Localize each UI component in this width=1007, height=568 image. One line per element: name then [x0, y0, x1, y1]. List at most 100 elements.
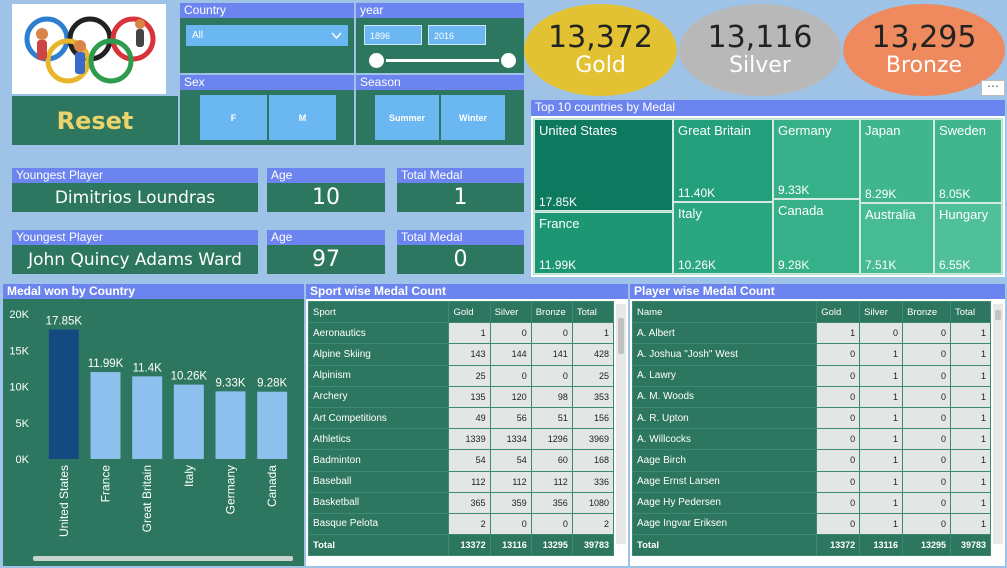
column-header[interactable]: Silver — [489, 300, 532, 324]
year-slider-start-handle[interactable] — [367, 51, 386, 70]
treemap-tile-great-britain[interactable]: Great Britain 11.40K — [673, 119, 773, 202]
row-value: 0 — [816, 512, 861, 536]
table-row[interactable]: Aage Hy Pedersen 0 1 0 1 — [631, 491, 991, 514]
table-row[interactable]: Aage Birch 0 1 0 1 — [631, 449, 991, 472]
silver-count: 13,116 — [707, 20, 813, 55]
sex-option-m[interactable]: M — [269, 95, 336, 140]
y-tick-label: 0K — [16, 454, 30, 466]
row-label: Art Competitions — [307, 406, 450, 430]
column-header[interactable]: Sport — [307, 300, 450, 324]
row-value: 0 — [902, 491, 951, 514]
bar-great-britain[interactable] — [132, 376, 163, 459]
column-header[interactable]: Name — [631, 300, 818, 324]
table-row[interactable]: A. Joshua "Josh" West 0 1 0 1 — [631, 343, 991, 366]
table-row[interactable]: Badminton 54 54 60 168 — [307, 449, 615, 472]
country-filter-title: Country — [180, 3, 354, 18]
row-value: 365 — [448, 491, 491, 514]
player-1-age-card: Age 10 — [267, 168, 385, 212]
treemap-label: Sweden — [939, 123, 986, 138]
treemap-tile-canada[interactable]: Canada 9.28K — [773, 199, 860, 274]
bar-germany[interactable] — [215, 391, 246, 459]
player-2-medal-card: Total Medal 0 — [397, 230, 524, 274]
player-table-panel: Player wise Medal Count Name Gold Silver Br… — [630, 284, 1005, 566]
treemap-tile-italy[interactable]: Italy 10.26K — [673, 202, 773, 274]
more-options-icon[interactable]: ⋯ — [981, 80, 1005, 96]
column-header[interactable]: Gold — [816, 300, 861, 324]
treemap-label: Great Britain — [678, 123, 751, 138]
table-row[interactable]: Aage Ernst Larsen 0 1 0 1 — [631, 470, 991, 493]
row-value: 0 — [902, 322, 951, 345]
gold-medal-card: 13,372 Gold — [524, 4, 677, 96]
column-header[interactable]: Silver — [859, 300, 904, 324]
row-value: 143 — [448, 343, 491, 366]
treemap-tile-hungary[interactable]: Hungary 6.55K — [934, 203, 1002, 274]
table-row[interactable]: A. R. Upton 0 1 0 1 — [631, 406, 991, 430]
sex-option-f[interactable]: F — [200, 95, 267, 140]
player-2-medals: 0 — [453, 247, 468, 272]
player-2-name: John Quincy Adams Ward — [28, 249, 242, 270]
table-row[interactable]: Aeronautics 1 0 0 1 — [307, 322, 615, 345]
year-slider-end-handle[interactable] — [499, 51, 518, 70]
sport-table-scrollbar[interactable] — [616, 304, 626, 544]
year-from-input[interactable]: 1896 — [364, 25, 422, 45]
table-row[interactable]: Alpinism 25 0 0 25 — [307, 364, 615, 387]
season-option-winter[interactable]: Winter — [441, 95, 505, 140]
row-value: 0 — [859, 322, 904, 345]
table-row[interactable]: A. M. Woods 0 1 0 1 — [631, 385, 991, 408]
row-value: 1 — [859, 491, 904, 514]
row-value: 1 — [950, 449, 991, 472]
treemap-tile-germany[interactable]: Germany 9.33K — [773, 119, 860, 199]
bar-france[interactable] — [90, 372, 121, 459]
year-to-input[interactable]: 2016 — [428, 25, 486, 45]
row-value: 0 — [902, 428, 951, 451]
player-2-name-card: Youngest Player John Quincy Adams Ward — [12, 230, 258, 274]
country-dropdown[interactable]: All — [186, 25, 348, 46]
column-header[interactable]: Bronze — [530, 300, 573, 324]
table-row[interactable]: Baseball 112 112 112 336 — [307, 470, 615, 493]
treemap-tile-japan[interactable]: Japan 8.29K — [860, 119, 934, 203]
total-row: Total 13372 13116 13295 39783 — [631, 534, 991, 557]
treemap-label: Germany — [778, 123, 832, 138]
treemap-value: 11.40K — [678, 186, 716, 200]
row-value: 0 — [816, 385, 861, 408]
column-header[interactable]: Total — [950, 300, 991, 324]
table-row[interactable]: Aage Ingvar Eriksen 0 1 0 1 — [631, 512, 991, 536]
player-table-scrollbar[interactable] — [993, 304, 1003, 544]
season-option-summer[interactable]: Summer — [375, 95, 439, 140]
player-table-title: Player wise Medal Count — [630, 284, 1005, 299]
table-row[interactable]: Basque Pelota 2 0 0 2 — [307, 512, 615, 536]
treemap-tile-sweden[interactable]: Sweden 8.05K — [934, 119, 1002, 203]
row-value: 0 — [816, 364, 861, 387]
table-row[interactable]: A. Albert 1 0 0 1 — [631, 322, 991, 345]
table-row[interactable]: Archery 135 120 98 353 — [307, 385, 615, 408]
data-label: 10.26K — [171, 371, 208, 383]
year-slider-track[interactable] — [376, 59, 510, 62]
treemap-tile-france[interactable]: France 11.99K — [534, 212, 673, 274]
column-header[interactable]: Gold — [448, 300, 491, 324]
chart-h-scrollbar[interactable] — [33, 556, 293, 561]
table-row[interactable]: Basketball 365 359 356 1080 — [307, 491, 615, 514]
row-value: 1 — [448, 322, 491, 345]
bar-united-states[interactable] — [48, 329, 79, 459]
column-header[interactable]: Total — [571, 300, 615, 324]
table-row[interactable]: Art Competitions 49 56 51 156 — [307, 406, 615, 430]
reset-button[interactable]: Reset — [12, 96, 178, 145]
row-value: 1 — [859, 406, 904, 430]
column-header[interactable]: Bronze — [902, 300, 951, 324]
bronze-count: 13,295 — [871, 20, 977, 55]
total-cell: 13295 — [902, 534, 951, 557]
table-row[interactable]: Athletics 1339 1334 1296 3969 — [307, 428, 615, 451]
table-row[interactable]: A. Willcocks 0 1 0 1 — [631, 428, 991, 451]
bar-italy[interactable] — [173, 384, 204, 459]
row-label: Aage Birch — [631, 449, 818, 472]
row-value: 156 — [571, 406, 615, 430]
treemap-tile-united-states[interactable]: United States 17.85K — [534, 119, 673, 211]
treemap-value: 10.26K — [678, 258, 717, 272]
year-from-value: 1896 — [370, 31, 391, 41]
table-row[interactable]: A. Lawry 0 1 0 1 — [631, 364, 991, 387]
treemap-tile-australia[interactable]: Australia 7.51K — [860, 203, 934, 274]
table-row[interactable]: Alpine Skiing 143 144 141 428 — [307, 343, 615, 366]
row-label: Basketball — [307, 491, 450, 514]
bar-canada[interactable] — [257, 391, 288, 459]
season-filter-title: Season — [356, 75, 524, 90]
